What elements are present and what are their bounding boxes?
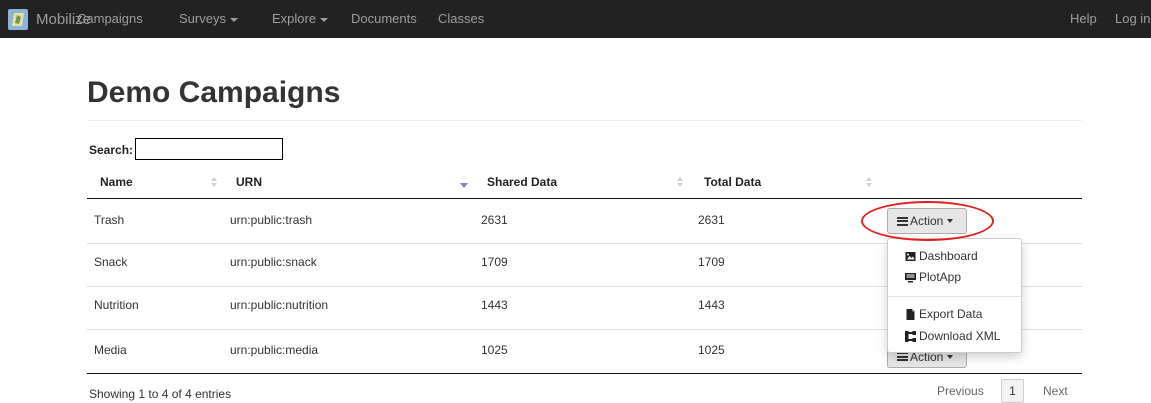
cell-total-data: 1025: [698, 343, 725, 357]
table-header-border: [87, 198, 1082, 199]
column-header-name[interactable]: Name: [100, 175, 133, 189]
monitor-icon: [905, 272, 916, 283]
cell-total-data: 2631: [698, 213, 725, 227]
cell-total-data: 1709: [698, 255, 725, 269]
title-divider: [87, 120, 1082, 121]
menu-item-label: PlotApp: [919, 270, 962, 284]
action-button[interactable]: Action: [887, 208, 967, 234]
cell-urn: urn:public:nutrition: [230, 298, 329, 312]
cell-name: Trash: [94, 213, 125, 227]
pagination-next[interactable]: Next: [1043, 384, 1068, 398]
menu-divider: [888, 296, 1021, 297]
sort-desc-icon: [460, 183, 468, 188]
action-dropdown-menu: Dashboard PlotApp Export Data Download X…: [887, 238, 1022, 353]
cell-shared-data: 1443: [481, 298, 508, 312]
menu-item-plotapp[interactable]: PlotApp: [905, 270, 961, 284]
sort-both-icon: [211, 177, 217, 189]
table-footer-border: [87, 373, 1082, 374]
nav-surveys-label: Surveys: [179, 11, 226, 26]
list-icon: [897, 352, 908, 361]
cell-urn: urn:public:media: [230, 343, 319, 357]
chevron-down-icon: [320, 17, 329, 22]
nav-login[interactable]: Log in: [1115, 11, 1150, 26]
sitemap-icon: [905, 330, 916, 342]
menu-item-export-data[interactable]: Export Data: [905, 307, 982, 321]
nav-help[interactable]: Help: [1070, 11, 1097, 26]
column-header-total-data[interactable]: Total Data: [704, 175, 761, 189]
nav-classes[interactable]: Classes: [438, 11, 484, 26]
list-icon: [897, 216, 908, 226]
picture-icon: [905, 251, 916, 262]
menu-item-label: Dashboard: [919, 249, 978, 263]
file-icon: [905, 308, 916, 320]
cell-total-data: 1443: [698, 298, 725, 312]
sort-both-icon: [866, 177, 872, 189]
cell-name: Media: [94, 343, 127, 357]
nav-documents[interactable]: Documents: [351, 11, 417, 26]
cell-urn: urn:public:snack: [230, 255, 317, 269]
column-header-shared-data[interactable]: Shared Data: [487, 175, 557, 189]
nav-surveys[interactable]: Surveys: [179, 11, 238, 26]
search-input[interactable]: [135, 138, 283, 160]
nav-campaigns[interactable]: Campaigns: [77, 11, 143, 26]
action-label: Action: [910, 214, 944, 228]
cell-shared-data: 1025: [481, 343, 508, 357]
chevron-down-icon: [947, 354, 954, 359]
chevron-down-icon: [947, 219, 954, 223]
cell-name: Nutrition: [94, 298, 139, 312]
sort-both-icon: [677, 177, 683, 189]
nav-explore[interactable]: Explore: [272, 11, 329, 26]
table-info: Showing 1 to 4 of 4 entries: [89, 387, 232, 401]
menu-item-label: Download XML: [919, 329, 1001, 343]
cell-shared-data: 2631: [481, 213, 508, 227]
cell-urn: urn:public:trash: [230, 213, 313, 227]
search-label: Search:: [89, 143, 134, 157]
chevron-down-icon: [229, 17, 238, 22]
cell-shared-data: 1709: [481, 255, 508, 269]
menu-item-label: Export Data: [919, 307, 983, 321]
menu-item-dashboard[interactable]: Dashboard: [905, 249, 978, 263]
column-header-urn[interactable]: URN: [236, 175, 262, 189]
menu-item-download-xml[interactable]: Download XML: [905, 329, 1000, 343]
navbar: Mobilize Campaigns Surveys Explore Docum…: [0, 0, 1151, 38]
pagination-previous[interactable]: Previous: [937, 384, 984, 398]
cell-name: Snack: [94, 255, 128, 269]
page-title: Demo Campaigns: [87, 76, 341, 109]
nav-explore-label: Explore: [272, 11, 317, 26]
pagination-page-1[interactable]: 1: [1001, 379, 1024, 403]
mobilize-logo-icon: [8, 8, 28, 30]
